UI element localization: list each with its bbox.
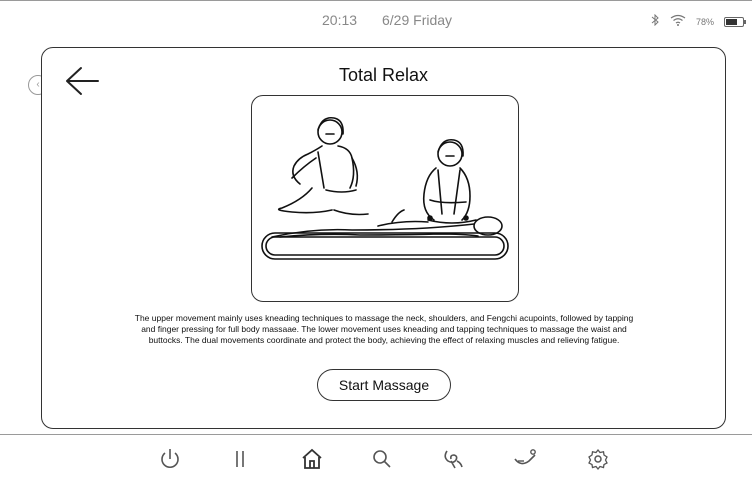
home-icon bbox=[302, 448, 322, 469]
settings-button[interactable] bbox=[586, 447, 610, 471]
pause-icon bbox=[236, 451, 244, 467]
home-button[interactable] bbox=[300, 447, 324, 471]
search-icon bbox=[373, 450, 391, 468]
battery-percent: 78% bbox=[695, 17, 714, 27]
recline-icon bbox=[514, 449, 536, 465]
wifi-icon bbox=[670, 13, 686, 31]
program-description: The upper movement mainly uses kneading … bbox=[134, 313, 634, 345]
start-massage-button[interactable]: Start Massage bbox=[317, 369, 451, 401]
swirl-icon bbox=[444, 450, 463, 469]
status-time: 20:13 bbox=[322, 12, 358, 28]
settings-icon bbox=[588, 448, 608, 471]
pause-button[interactable] bbox=[228, 447, 252, 471]
status-bar: 20:13 6/29 Friday 78% bbox=[0, 0, 752, 42]
recline-button[interactable] bbox=[513, 447, 537, 471]
massage-illustration bbox=[251, 95, 519, 302]
card-title: Total Relax bbox=[338, 65, 429, 85]
program-card: Total Relax The upper movement mainly us… bbox=[41, 47, 726, 429]
power-icon bbox=[161, 449, 179, 468]
bottom-nav bbox=[0, 434, 752, 479]
search-button[interactable] bbox=[370, 447, 394, 471]
bluetooth-icon bbox=[650, 13, 660, 31]
status-date: 6/29 Friday bbox=[382, 12, 453, 28]
battery-icon bbox=[724, 17, 746, 27]
massage-mode-button[interactable] bbox=[441, 447, 465, 471]
power-button[interactable] bbox=[158, 447, 182, 471]
status-icons: 78% bbox=[650, 13, 746, 31]
